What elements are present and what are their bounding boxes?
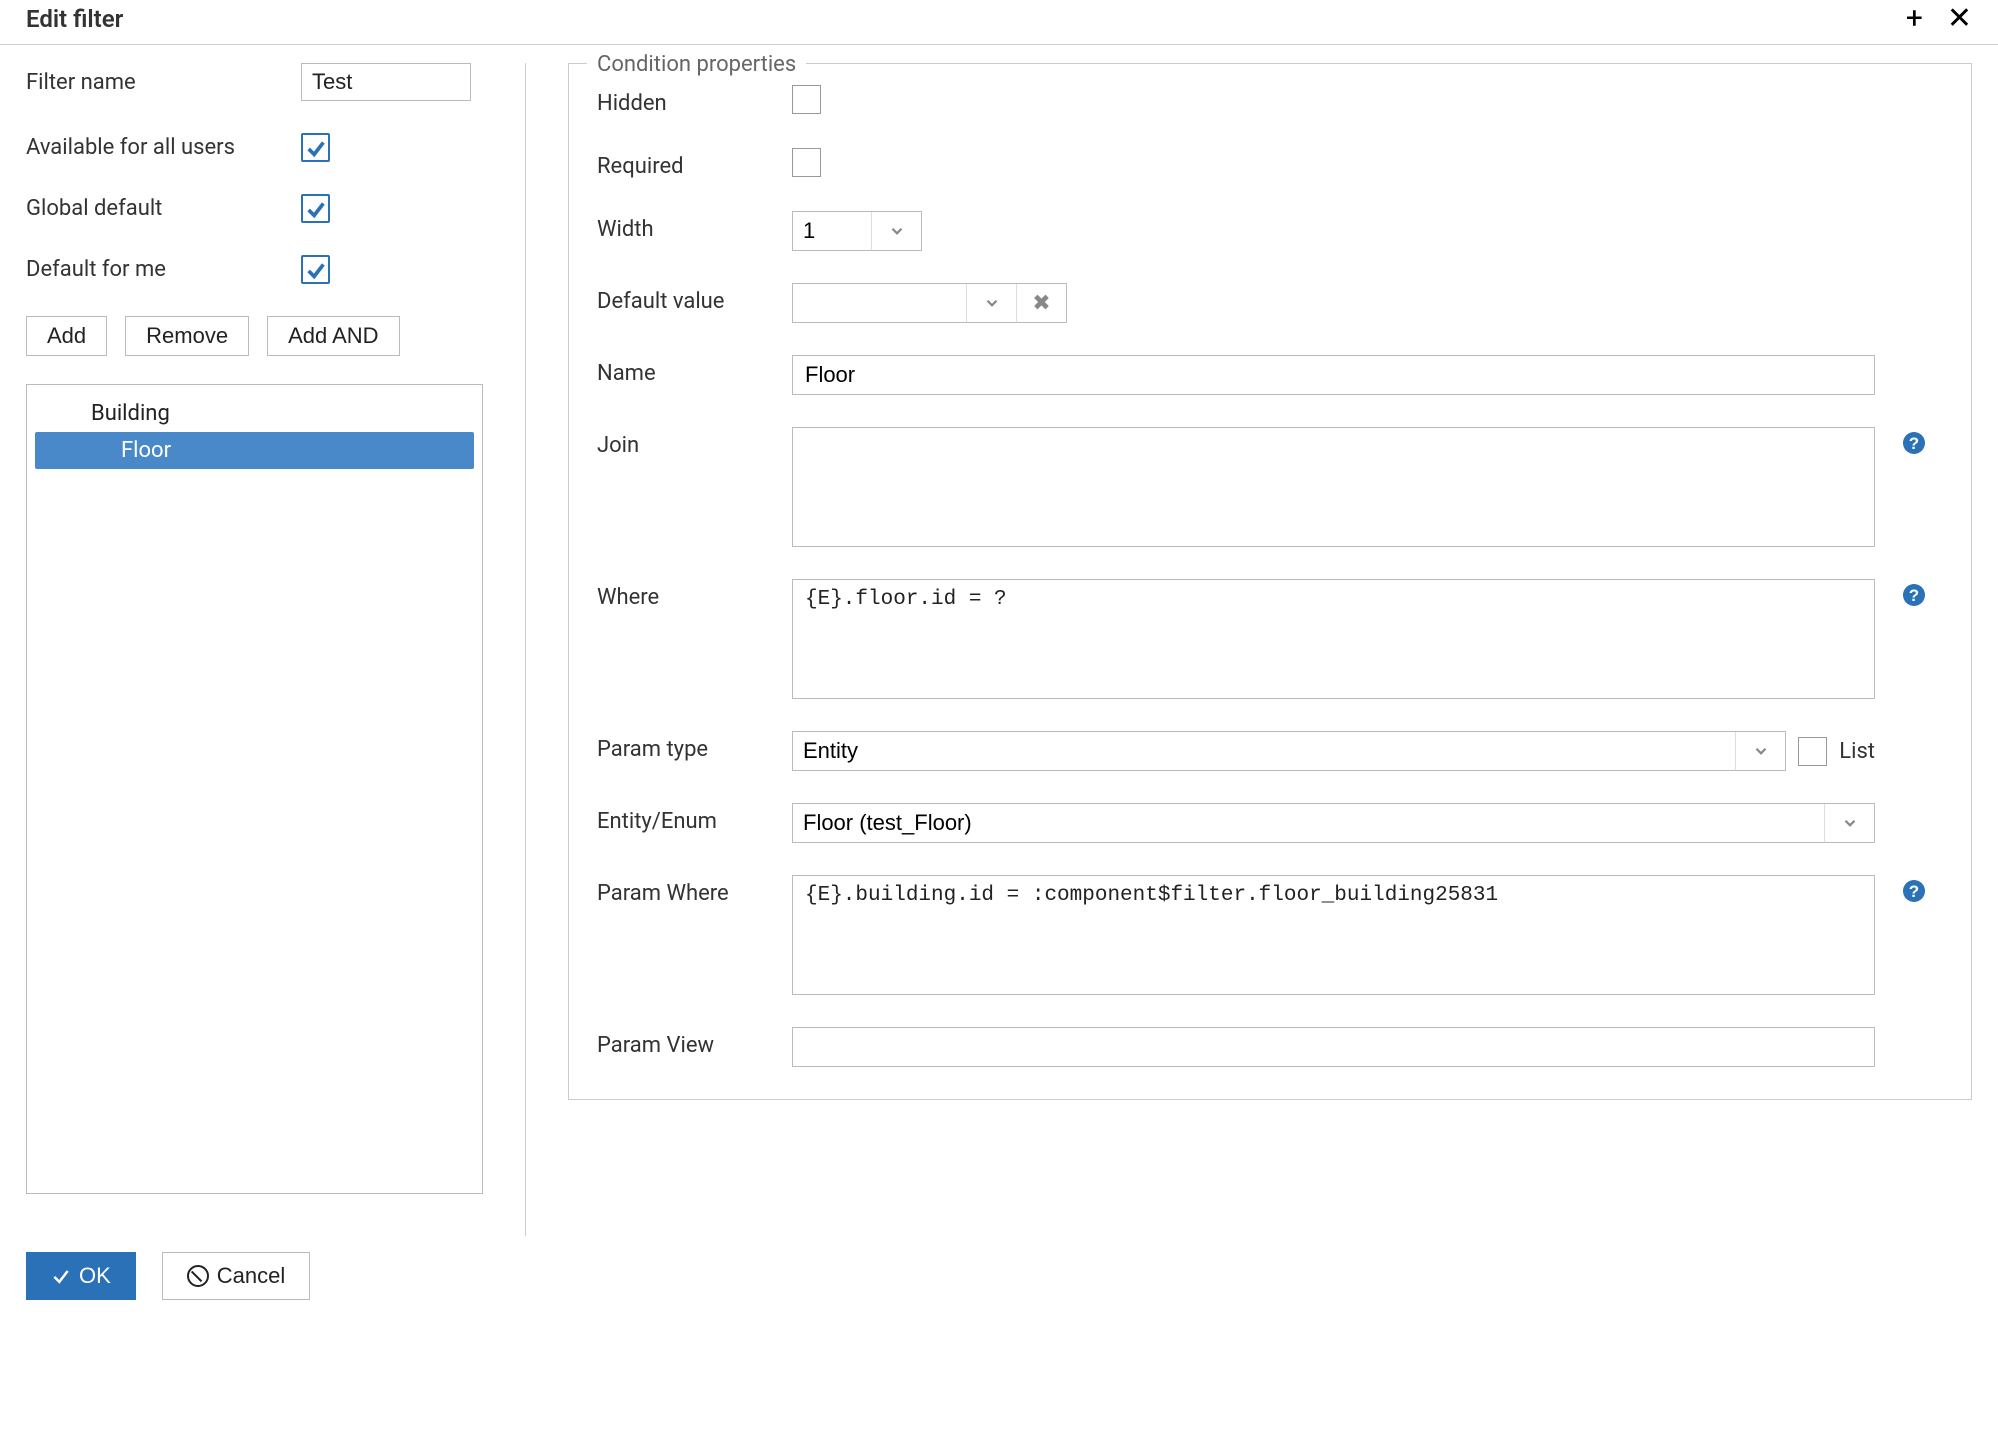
prohibit-icon	[187, 1265, 209, 1287]
available-all-checkbox[interactable]	[301, 133, 330, 162]
param-type-combo[interactable]	[792, 731, 1786, 771]
entity-enum-input[interactable]	[793, 804, 1824, 842]
name-label: Name	[597, 355, 792, 386]
param-view-label: Param View	[597, 1027, 792, 1058]
ok-button[interactable]: OK	[26, 1252, 136, 1300]
chevron-down-icon[interactable]	[871, 212, 921, 250]
add-window-icon[interactable]: +	[1906, 4, 1923, 34]
cancel-label: Cancel	[217, 1263, 285, 1289]
default-value-input[interactable]	[793, 284, 966, 322]
name-input[interactable]	[792, 355, 1875, 395]
param-view-input[interactable]	[792, 1027, 1875, 1067]
dialog-title: Edit filter	[26, 5, 123, 33]
global-default-checkbox[interactable]	[301, 194, 330, 223]
list-checkbox[interactable]	[1798, 737, 1827, 766]
default-me-checkbox[interactable]	[301, 255, 330, 284]
clear-default-value-icon[interactable]: ✖	[1016, 284, 1066, 322]
default-value-label: Default value	[597, 283, 792, 314]
entity-enum-label: Entity/Enum	[597, 803, 792, 834]
available-all-label: Available for all users	[26, 135, 301, 160]
add-and-button[interactable]: Add AND	[267, 316, 400, 356]
help-icon[interactable]: ?	[1895, 579, 1933, 607]
help-icon[interactable]: ?	[1895, 427, 1933, 455]
tree-item-building[interactable]: Building	[35, 395, 474, 432]
param-where-label: Param Where	[597, 875, 792, 906]
hidden-checkbox[interactable]	[792, 85, 821, 114]
join-label: Join	[597, 427, 792, 458]
add-button[interactable]: Add	[26, 316, 107, 356]
param-type-label: Param type	[597, 731, 792, 762]
chevron-down-icon[interactable]	[1824, 804, 1874, 842]
conditions-tree[interactable]: Building Floor	[26, 384, 483, 1194]
condition-properties-legend: Condition properties	[587, 52, 806, 77]
list-label: List	[1839, 739, 1875, 764]
width-input[interactable]	[793, 212, 871, 250]
svg-text:?: ?	[1909, 882, 1919, 901]
param-where-textarea[interactable]	[792, 875, 1875, 995]
help-icon[interactable]: ?	[1895, 875, 1933, 903]
filter-name-label: Filter name	[26, 70, 301, 95]
global-default-label: Global default	[26, 196, 301, 221]
entity-enum-combo[interactable]	[792, 803, 1875, 843]
where-label: Where	[597, 579, 792, 610]
svg-text:?: ?	[1909, 586, 1919, 605]
default-me-label: Default for me	[26, 257, 301, 282]
close-window-icon[interactable]: ✕	[1947, 4, 1972, 34]
join-textarea[interactable]	[792, 427, 1875, 547]
width-combo[interactable]	[792, 211, 922, 251]
ok-label: OK	[79, 1263, 111, 1289]
default-value-combo[interactable]: ✖	[792, 283, 1067, 323]
filter-name-input[interactable]	[301, 63, 471, 101]
svg-text:?: ?	[1909, 434, 1919, 453]
required-label: Required	[597, 148, 792, 179]
where-textarea[interactable]	[792, 579, 1875, 699]
tree-item-floor[interactable]: Floor	[35, 432, 474, 469]
hidden-label: Hidden	[597, 85, 792, 116]
cancel-button[interactable]: Cancel	[162, 1252, 310, 1300]
width-label: Width	[597, 211, 792, 242]
chevron-down-icon[interactable]	[966, 284, 1016, 322]
remove-button[interactable]: Remove	[125, 316, 249, 356]
param-type-input[interactable]	[793, 732, 1735, 770]
required-checkbox[interactable]	[792, 148, 821, 177]
chevron-down-icon[interactable]	[1735, 732, 1785, 770]
